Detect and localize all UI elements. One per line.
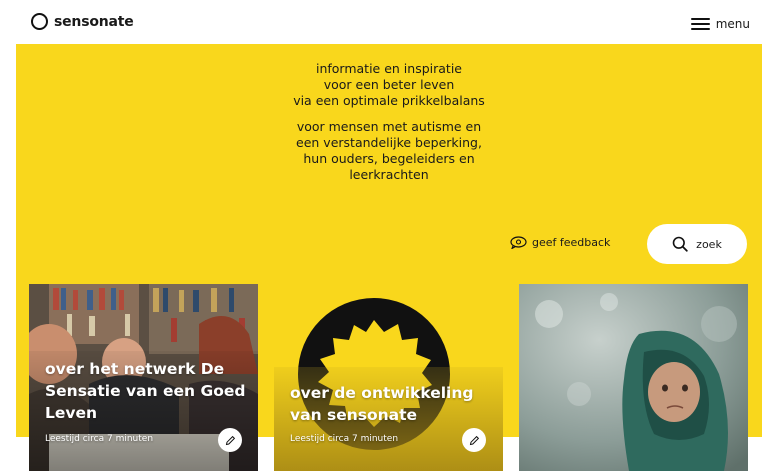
logo[interactable]: sensonate xyxy=(31,13,134,30)
site-header: sensonate menu xyxy=(0,0,762,44)
article-card-figure[interactable] xyxy=(519,284,748,471)
tagline-line: informatie en inspiratie xyxy=(315,61,462,76)
card-title: over het netwerk De Sensatie van een Goe… xyxy=(45,360,246,422)
logo-text: sensonate xyxy=(54,13,134,30)
pencil-icon xyxy=(469,435,479,445)
tagline-intro: informatie en inspiratie voor een beter … xyxy=(16,61,762,109)
feedback-link[interactable]: geef feedback xyxy=(510,236,610,249)
feedback-label: geef feedback xyxy=(532,236,611,249)
tagline-line: via een optimale prikkelbalans xyxy=(293,93,485,108)
tagline-audience: voor mensen met autisme en een verstande… xyxy=(16,119,762,183)
menu-label: menu xyxy=(715,17,750,31)
logo-ring-icon xyxy=(31,13,48,30)
tagline: informatie en inspiratie voor een beter … xyxy=(16,61,762,193)
feedback-icon xyxy=(510,236,527,249)
tagline-line: leerkrachten xyxy=(349,167,429,182)
article-card-network[interactable]: over het netwerk De Sensatie van een Goe… xyxy=(29,284,258,471)
pencil-icon xyxy=(225,435,235,445)
tagline-line: voor een beter leven xyxy=(323,77,455,92)
tagline-line: voor mensen met autisme en xyxy=(296,119,482,134)
search-label: zoek xyxy=(696,237,722,251)
edit-button[interactable] xyxy=(218,428,242,452)
article-card-development[interactable]: over de ontwikkeling van sensonate Leest… xyxy=(274,284,503,471)
card-reading-time: Leestijd circa 7 minuten xyxy=(290,434,399,444)
search-icon xyxy=(672,236,688,252)
hamburger-icon xyxy=(690,17,710,31)
tagline-line: hun ouders, begeleiders en xyxy=(303,151,475,166)
menu-button[interactable]: menu xyxy=(690,17,750,31)
card-title: over de ontwikkeling van sensonate xyxy=(290,384,474,424)
card-photo-figure xyxy=(519,284,748,471)
card-reading-time: Leestijd circa 7 minuten xyxy=(45,434,154,444)
edit-button[interactable] xyxy=(462,428,486,452)
tagline-line: een verstandelijke beperking, xyxy=(296,135,482,150)
search-button[interactable]: zoek xyxy=(647,224,747,264)
